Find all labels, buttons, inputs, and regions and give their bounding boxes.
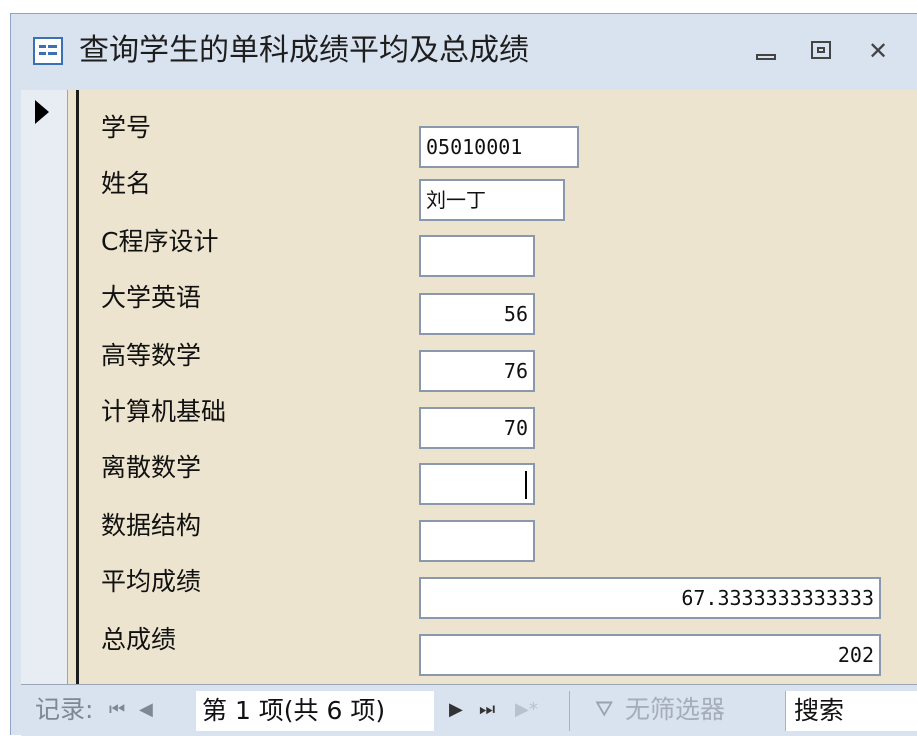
section-divider bbox=[76, 90, 79, 684]
name-field[interactable]: 刘一丁 bbox=[419, 179, 565, 221]
current-record-input[interactable]: 第 1 项(共 6 项) bbox=[196, 691, 434, 731]
label-college-english: 大学英语 bbox=[101, 283, 202, 312]
label-c-programming: C程序设计 bbox=[101, 227, 219, 256]
college-english-field[interactable]: 56 bbox=[419, 293, 535, 335]
first-record-icon[interactable]: ⏮ bbox=[109, 695, 125, 725]
next-record-icon[interactable]: ▶ bbox=[449, 695, 463, 725]
record-label: 记录: bbox=[35, 695, 94, 724]
record-navigation-bar: 记录: ⏮ ◀ 第 1 项(共 6 项) ▶ ⏭ ▶* ⛛ 无筛选器 搜索 bbox=[21, 684, 917, 736]
title-bar[interactable]: 查询学生的单科成绩平均及总成绩 ✕ bbox=[11, 14, 917, 90]
data-structures-field[interactable] bbox=[419, 520, 535, 562]
c-programming-field[interactable] bbox=[419, 235, 535, 277]
student-id-field[interactable]: 05010001 bbox=[419, 126, 579, 168]
restore-button[interactable] bbox=[807, 36, 837, 66]
discrete-math-field[interactable] bbox=[419, 463, 535, 505]
label-student-id: 学号 bbox=[101, 113, 152, 142]
label-discrete-math: 离散数学 bbox=[101, 453, 202, 482]
label-average-score: 平均成绩 bbox=[101, 567, 202, 596]
filter-status[interactable]: 无筛选器 bbox=[625, 693, 725, 727]
form-body: 学号 姓名 C程序设计 大学英语 高等数学 计算机基础 离散数学 数据结构 平均… bbox=[21, 90, 917, 684]
search-input[interactable]: 搜索 bbox=[785, 691, 917, 731]
label-name: 姓名 bbox=[101, 169, 152, 198]
minimize-button[interactable] bbox=[751, 36, 781, 66]
label-data-structures: 数据结构 bbox=[101, 511, 202, 540]
record-selector[interactable] bbox=[21, 90, 68, 684]
form-icon bbox=[33, 37, 63, 65]
previous-record-icon[interactable]: ◀ bbox=[139, 695, 153, 725]
last-record-icon[interactable]: ⏭ bbox=[479, 695, 495, 725]
computer-basics-field[interactable]: 70 bbox=[419, 407, 535, 449]
total-score-field[interactable]: 202 bbox=[419, 634, 881, 676]
new-record-icon[interactable]: ▶* bbox=[515, 695, 538, 725]
average-score-field[interactable]: 67.3333333333333 bbox=[419, 577, 881, 619]
label-computer-basics: 计算机基础 bbox=[101, 397, 227, 426]
label-advanced-math: 高等数学 bbox=[101, 341, 202, 370]
nav-divider bbox=[569, 691, 570, 731]
funnel-icon[interactable]: ⛛ bbox=[595, 695, 613, 725]
advanced-math-field[interactable]: 76 bbox=[419, 350, 535, 392]
close-button[interactable]: ✕ bbox=[863, 36, 893, 66]
current-record-arrow-icon bbox=[35, 100, 49, 124]
form-window: 查询学生的单科成绩平均及总成绩 ✕ 学号 姓名 C程序设计 大学英语 高等数学 … bbox=[10, 13, 917, 736]
label-total-score: 总成绩 bbox=[101, 625, 177, 654]
window-title: 查询学生的单科成绩平均及总成绩 bbox=[79, 33, 529, 68]
